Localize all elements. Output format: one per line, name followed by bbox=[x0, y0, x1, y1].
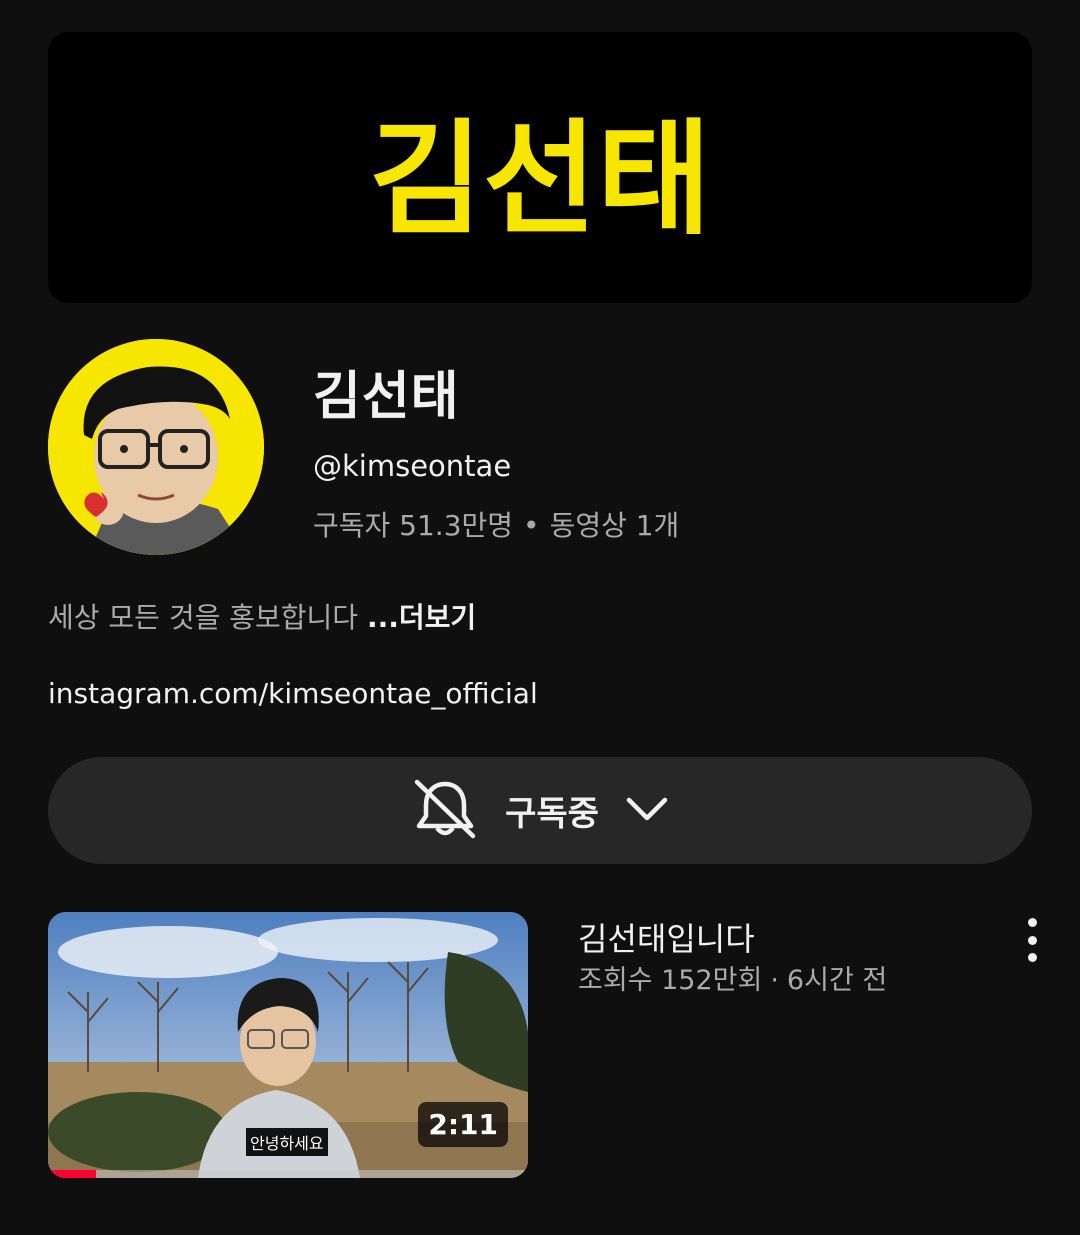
banner-logo-text: 김선태 bbox=[369, 108, 711, 252]
channel-description[interactable]: 세상 모든 것을 홍보합니다 ...더보기 bbox=[48, 596, 476, 636]
video-meta: 조회수 152만회 · 6시간 전 bbox=[578, 958, 887, 997]
menu-dot bbox=[1027, 918, 1037, 927]
video-title[interactable]: 김선태입니다 bbox=[578, 914, 755, 960]
video-views: 조회수 152만회 bbox=[578, 965, 763, 996]
channel-stats: 구독자 51.3만명 • 동영상 1개 bbox=[313, 504, 679, 544]
more-options-icon[interactable] bbox=[1016, 918, 1048, 962]
subscribed-label: 구독중 bbox=[505, 794, 599, 834]
chevron-down-icon bbox=[625, 794, 669, 828]
subscriber-count: 구독자 51.3만명 bbox=[313, 509, 514, 542]
menu-dot bbox=[1027, 953, 1037, 962]
meta-separator: · bbox=[770, 965, 779, 996]
watch-progress-fill bbox=[48, 1170, 96, 1178]
video-caption: 안녕하세요 bbox=[246, 1128, 328, 1156]
description-text: 세상 모든 것을 홍보합니다 bbox=[48, 601, 367, 634]
channel-link[interactable]: instagram.com/kimseontae_official bbox=[48, 677, 538, 710]
channel-handle: @kimseontae bbox=[313, 449, 512, 483]
bell-off-icon bbox=[411, 778, 479, 844]
more-link[interactable]: ...더보기 bbox=[367, 601, 476, 634]
channel-name: 김선태 bbox=[313, 367, 460, 427]
video-age: 6시간 전 bbox=[786, 965, 888, 996]
menu-dot bbox=[1027, 935, 1037, 945]
channel-avatar[interactable] bbox=[48, 339, 264, 555]
stats-separator: • bbox=[523, 509, 540, 542]
video-thumbnail[interactable]: 안녕하세요 2:11 bbox=[48, 912, 528, 1178]
channel-banner: 김선태 bbox=[48, 32, 1032, 303]
video-count: 동영상 1개 bbox=[549, 509, 680, 542]
watch-progress-bar bbox=[48, 1170, 528, 1178]
subscribed-button[interactable]: 구독중 bbox=[48, 757, 1032, 864]
video-duration: 2:11 bbox=[418, 1102, 508, 1147]
banner-logo: 김선태 bbox=[369, 108, 711, 252]
